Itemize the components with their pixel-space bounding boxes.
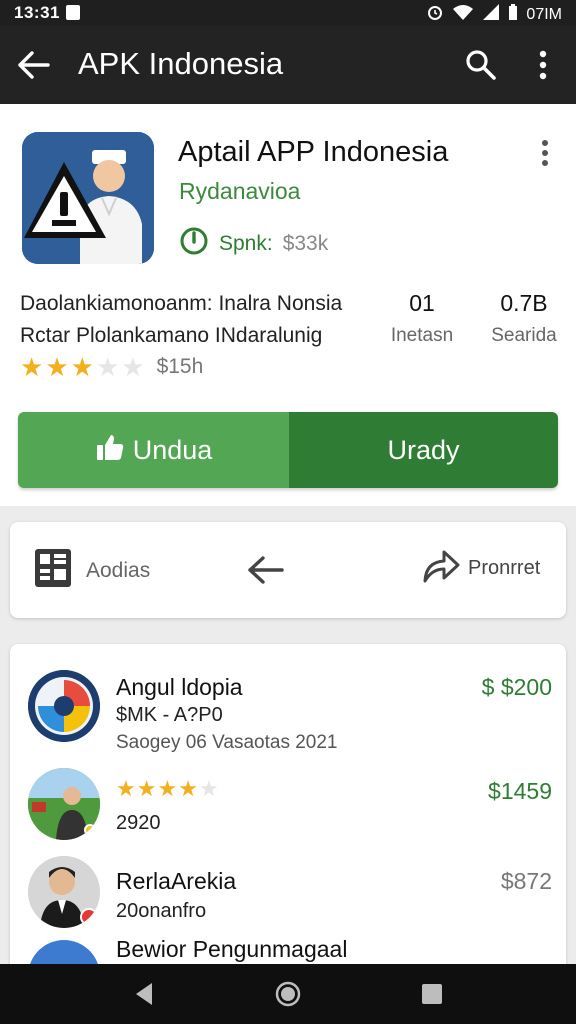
- secondary-button[interactable]: Urady: [289, 412, 558, 488]
- install-button-group: Undua Urady: [18, 412, 558, 488]
- list-item[interactable]: RerlaArekia 20onanfro $872: [10, 856, 566, 942]
- alarm-icon: [426, 3, 444, 26]
- star-filled-icon: ★: [116, 776, 136, 801]
- page-title: APK Indonesia: [78, 46, 284, 81]
- battery-icon: [508, 4, 518, 25]
- star-filled-icon: ★: [20, 352, 44, 382]
- action-details-label: Aodias: [86, 558, 151, 582]
- rating-count: $15h: [156, 355, 204, 378]
- stat-value: 0.7B: [500, 290, 548, 316]
- description-line: Daolankiamonoanm: Inalra Nonsia: [20, 292, 343, 315]
- system-nav-bar: [0, 964, 576, 1024]
- apk-size: $33k: [282, 232, 329, 255]
- item-title: Angul ldopia: [116, 674, 243, 700]
- app-bar: APK Indonesia: [0, 26, 576, 104]
- arrow-back-icon[interactable]: [246, 550, 286, 590]
- item-subtitle: $MK - A?P0: [116, 704, 223, 726]
- install-button[interactable]: Undua: [18, 412, 289, 488]
- app-avatar: [28, 856, 100, 928]
- stat-label: Inetasn: [390, 325, 454, 346]
- app-list-card: Angul ldopia $MK - A?P0 Saogey 06 Vasaot…: [10, 644, 566, 974]
- nav-home-icon[interactable]: [274, 980, 302, 1008]
- badge-icon: [80, 908, 98, 926]
- status-bar: 13:31 07IM: [0, 0, 576, 26]
- app-name: Aptail APP Indonesia: [178, 136, 449, 168]
- nav-recents-icon[interactable]: [418, 980, 446, 1008]
- star-filled-icon: ★: [157, 776, 178, 801]
- app-description: Daolankiamonoanm: Inalra Nonsia Rctar Pl…: [20, 288, 370, 352]
- app-detail-card: Aptail APP Indonesia Rydanavioa Spnk: $3…: [0, 104, 576, 506]
- stat-size: 0.7B Searida: [484, 290, 564, 347]
- action-share-label: Pronrret: [468, 557, 541, 579]
- list-item[interactable]: Angul ldopia $MK - A?P0 Saogey 06 Vasaot…: [10, 670, 566, 756]
- details-icon: [34, 548, 72, 593]
- more-vert-icon[interactable]: [528, 48, 558, 82]
- arrow-back-icon[interactable]: [16, 48, 52, 82]
- actions-card: Aodias Pronrret: [10, 522, 566, 618]
- install-button-label: Undua: [132, 434, 213, 465]
- app-icon: [22, 132, 154, 264]
- item-price: $ $200: [481, 674, 552, 700]
- item-subtitle: 2920: [116, 812, 161, 834]
- app-avatar: [28, 768, 100, 840]
- star-empty-icon: ★: [95, 352, 120, 382]
- item-title: Bewior Pengunmagaal: [116, 936, 348, 962]
- more-vert-icon[interactable]: [534, 138, 556, 168]
- star-empty-icon: ★: [198, 776, 219, 801]
- wifi-icon: [452, 4, 474, 25]
- developer-name[interactable]: Rydanavioa: [179, 178, 300, 205]
- apk-size-row: Spnk: $33k: [179, 226, 328, 262]
- item-price: $872: [500, 868, 552, 894]
- secondary-button-label: Urady: [387, 434, 460, 465]
- image-notification-icon: [66, 5, 80, 20]
- star-filled-icon: ★: [178, 776, 198, 801]
- item-subtitle-secondary: Saogey 06 Vasaotas 2021: [116, 732, 338, 753]
- star-filled-icon: ★: [45, 352, 69, 382]
- status-time: 13:31: [14, 3, 60, 22]
- share-icon: [422, 548, 460, 589]
- rating-stars: ★ ★ ★ ★ ★: [20, 354, 145, 380]
- stat-installs: 01 Inetasn: [386, 290, 458, 347]
- action-share[interactable]: Pronrret: [422, 548, 540, 589]
- description-line: Rctar Plolankamano INdaralunig: [20, 324, 323, 347]
- star-empty-icon: ★: [121, 352, 145, 382]
- list-item[interactable]: ★ ★ ★ ★ ★ 2920 $1459: [10, 768, 566, 854]
- battery-text: 07IM: [526, 5, 562, 23]
- thumbs-up-icon: [95, 432, 125, 469]
- star-filled-icon: ★: [70, 352, 94, 382]
- star-filled-icon: ★: [136, 776, 157, 801]
- rating-row: ★ ★ ★ ★ ★ $15h: [20, 354, 203, 380]
- apk-label: Spnk:: [219, 232, 273, 255]
- badge-icon: [84, 824, 96, 836]
- stat-value: 01: [409, 290, 435, 316]
- app-avatar: [28, 670, 100, 742]
- signal-icon: [482, 4, 500, 25]
- item-title: RerlaArekia: [116, 868, 237, 894]
- item-rating-stars: ★ ★ ★ ★ ★: [116, 778, 219, 800]
- search-icon[interactable]: [464, 48, 498, 82]
- item-subtitle: 20onanfro: [116, 900, 207, 922]
- stat-label: Searida: [491, 325, 557, 346]
- item-price: $1459: [488, 778, 552, 804]
- action-details[interactable]: Aodias: [34, 548, 150, 593]
- timer-icon: [179, 226, 209, 262]
- nav-back-icon[interactable]: [130, 980, 158, 1008]
